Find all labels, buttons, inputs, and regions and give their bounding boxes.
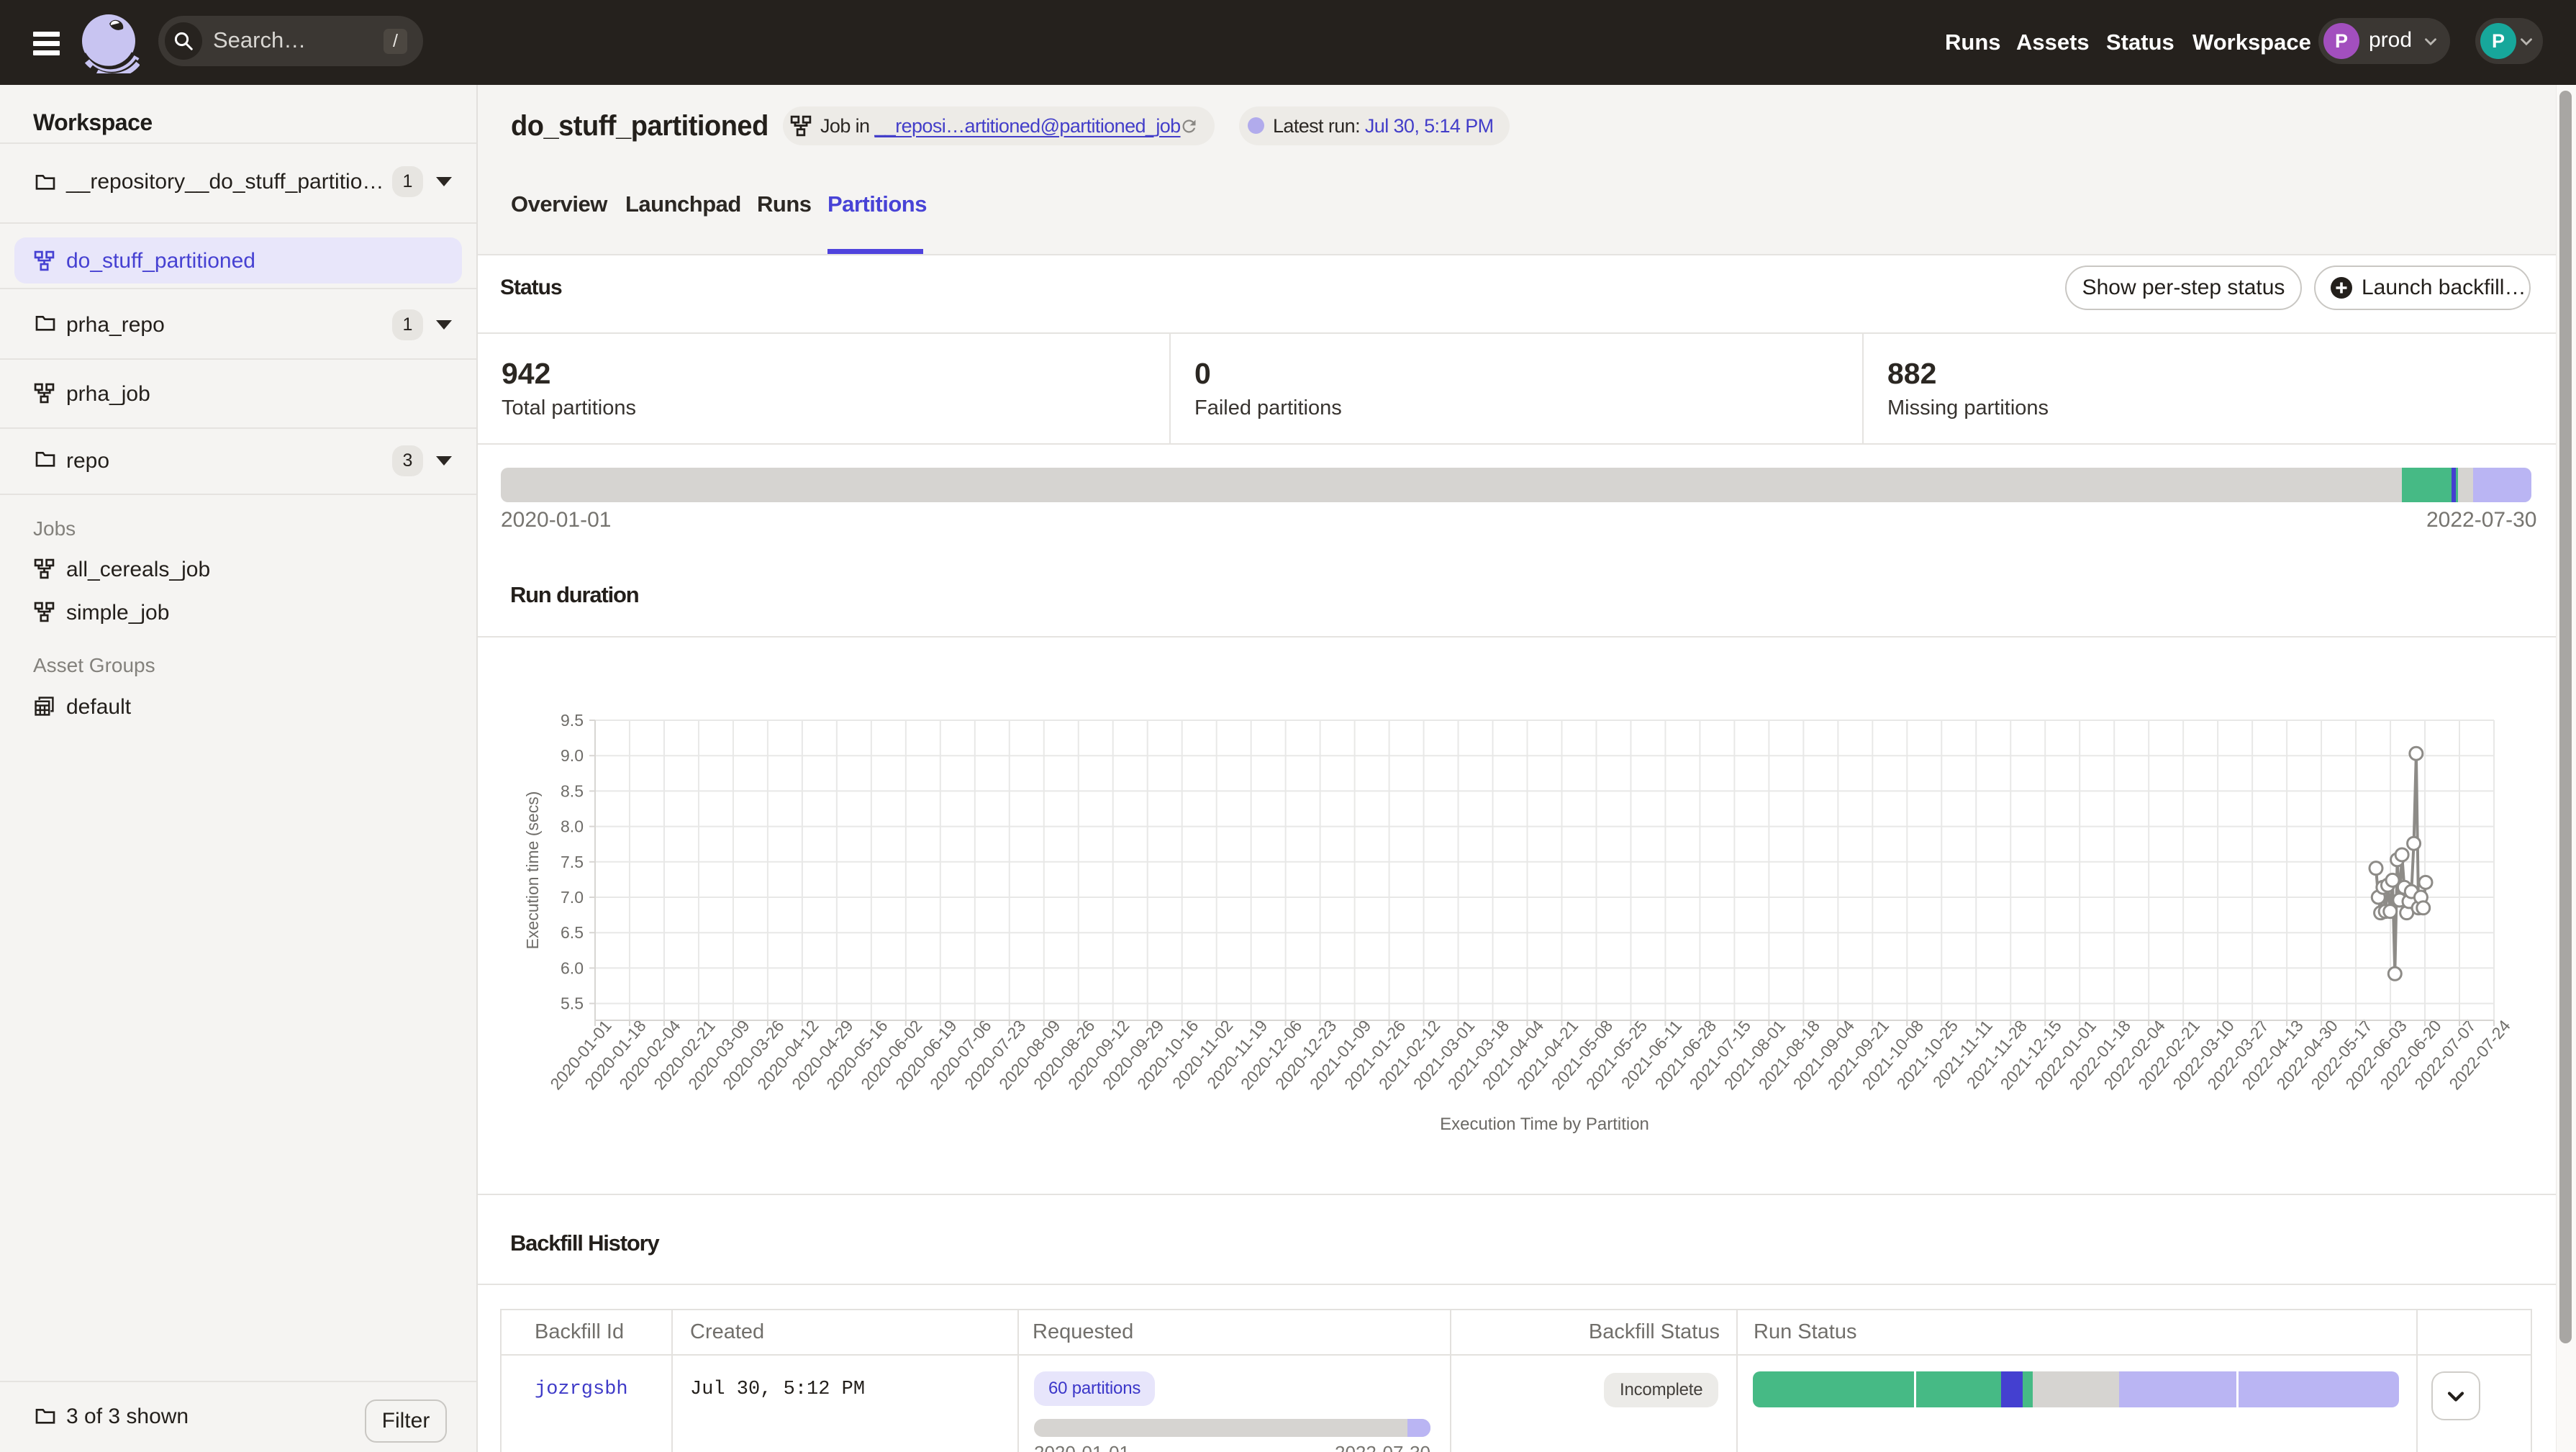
svg-text:9.0: 9.0 (561, 746, 584, 765)
svg-text:8.5: 8.5 (561, 781, 584, 800)
svg-text:6.5: 6.5 (561, 923, 584, 942)
svg-text:7.5: 7.5 (561, 853, 584, 871)
svg-text:9.5: 9.5 (561, 711, 584, 730)
svg-text:8.0: 8.0 (561, 817, 584, 836)
svg-text:5.5: 5.5 (561, 994, 584, 1013)
svg-text:Execution Time by Partition: Execution Time by Partition (1440, 1115, 1649, 1134)
svg-text:6.0: 6.0 (561, 958, 584, 977)
svg-text:Execution time (secs): Execution time (secs) (523, 791, 542, 950)
svg-text:7.0: 7.0 (561, 888, 584, 907)
